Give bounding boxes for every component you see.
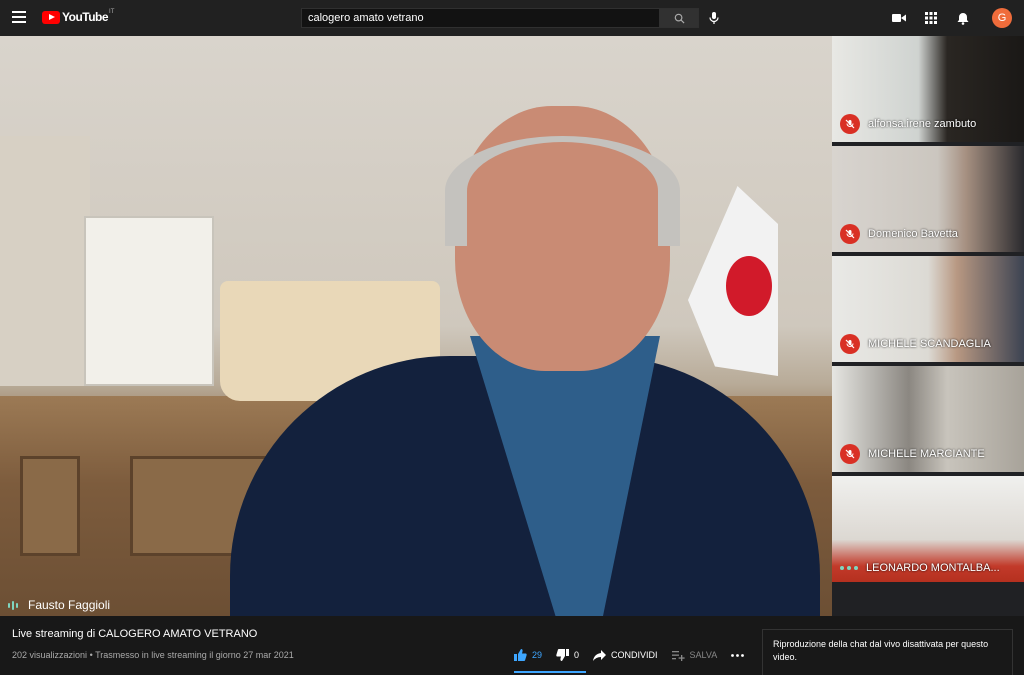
mic-icon[interactable]: [707, 11, 721, 25]
notifications-bell-icon[interactable]: [954, 9, 972, 27]
search-icon: [674, 13, 685, 24]
account-avatar[interactable]: G: [992, 8, 1012, 28]
video-meta: 202 visualizzazioni • Trasmesso in live …: [12, 650, 294, 660]
chat-disabled-message: Riproduzione della chat dal vivo disatti…: [773, 639, 989, 662]
mic-off-icon: [840, 224, 860, 244]
share-icon: [593, 649, 607, 661]
save-button[interactable]: SALVA: [671, 650, 718, 661]
participant-label: MICHELE SCANDAGLIA: [840, 334, 991, 354]
participant-name: MICHELE MARCIANTE: [868, 448, 985, 460]
participant-name: LEONARDO MONTALBA...: [866, 562, 1000, 574]
main-speaker-tile: Fausto Faggioli: [0, 36, 832, 616]
like-button[interactable]: 29: [514, 649, 542, 661]
search-input[interactable]: [301, 8, 660, 28]
stream-date: Trasmesso in live streaming il giorno 27…: [95, 650, 294, 660]
main-speaker-name: Fausto Faggioli: [28, 598, 111, 612]
participant-tile: MICHELE SCANDAGLIA: [832, 256, 1024, 364]
participant-label: alfonsa.irene zambuto: [840, 114, 976, 134]
search-bar: [301, 8, 699, 28]
thumbs-down-icon: [556, 649, 570, 661]
like-count: 29: [532, 650, 543, 660]
participants-column: alfonsa.irene zambuto Domenico Bavetta M…: [832, 36, 1024, 616]
dislike-count: 0: [574, 650, 580, 660]
participant-name: alfonsa.irene zambuto: [868, 118, 977, 130]
share-label: CONDIVIDI: [611, 650, 658, 660]
like-ratio-bar: [514, 671, 586, 673]
share-button[interactable]: CONDIVIDI: [593, 649, 658, 661]
participant-tile: LEONARDO MONTALBA...: [832, 476, 1024, 584]
participant-name: MICHELE SCANDAGLIA: [868, 338, 991, 350]
youtube-logo[interactable]: YouTube IT: [42, 9, 115, 24]
participant-tile: Domenico Bavetta: [832, 146, 1024, 254]
header-actions: G: [890, 8, 1012, 28]
video-info-bar: Live streaming di CALOGERO AMATO VETRANO…: [0, 616, 1024, 675]
top-bar: YouTube IT G: [0, 0, 1024, 36]
dislike-button[interactable]: 0: [556, 649, 579, 661]
more-actions-button[interactable]: [731, 653, 745, 657]
live-chat-disabled-notice: Riproduzione della chat dal vivo disatti…: [762, 629, 1013, 675]
flag-red-circle: [726, 256, 772, 316]
video-player[interactable]: Fausto Faggioli alfonsa.irene zambuto Do…: [0, 36, 1024, 616]
mic-off-icon: [840, 334, 860, 354]
mic-off-icon: [840, 444, 860, 464]
background-poster: [84, 216, 214, 386]
drawer: [20, 456, 80, 556]
speaking-dots-icon: [840, 566, 858, 570]
view-count: 202 visualizzazioni: [12, 650, 88, 660]
background-box: [0, 136, 90, 386]
more-horizontal-icon: [731, 653, 745, 657]
participant-label: Domenico Bavetta: [840, 224, 958, 244]
playlist-add-icon: [671, 650, 685, 661]
logo-text: YouTube: [62, 10, 109, 24]
speaking-indicator-icon: [8, 600, 18, 610]
search-button[interactable]: [660, 8, 699, 28]
speaker-hair: [445, 136, 680, 246]
youtube-play-icon: [42, 10, 60, 24]
main-speaker-name-tag: Fausto Faggioli: [8, 598, 110, 612]
video-title: Live streaming di CALOGERO AMATO VETRANO: [12, 628, 258, 640]
save-label: SALVA: [689, 650, 718, 660]
create-video-icon[interactable]: [890, 9, 908, 27]
participant-label: MICHELE MARCIANTE: [840, 444, 985, 464]
hamburger-menu-icon[interactable]: [12, 11, 26, 23]
participant-label: LEONARDO MONTALBA...: [840, 562, 1000, 574]
participant-tile: alfonsa.irene zambuto: [832, 36, 1024, 144]
logo-country: IT: [109, 9, 115, 15]
thumbs-up-icon: [514, 649, 527, 661]
participant-name: Domenico Bavetta: [868, 228, 958, 240]
meta-separator: •: [89, 650, 93, 660]
participant-tile: MICHELE MARCIANTE: [832, 366, 1024, 474]
like-ratio-fill: [514, 671, 586, 673]
mic-off-icon: [840, 114, 860, 134]
video-actions: 29 0 CONDIVIDI SALVA: [514, 649, 758, 661]
apps-grid-icon[interactable]: [922, 9, 940, 27]
